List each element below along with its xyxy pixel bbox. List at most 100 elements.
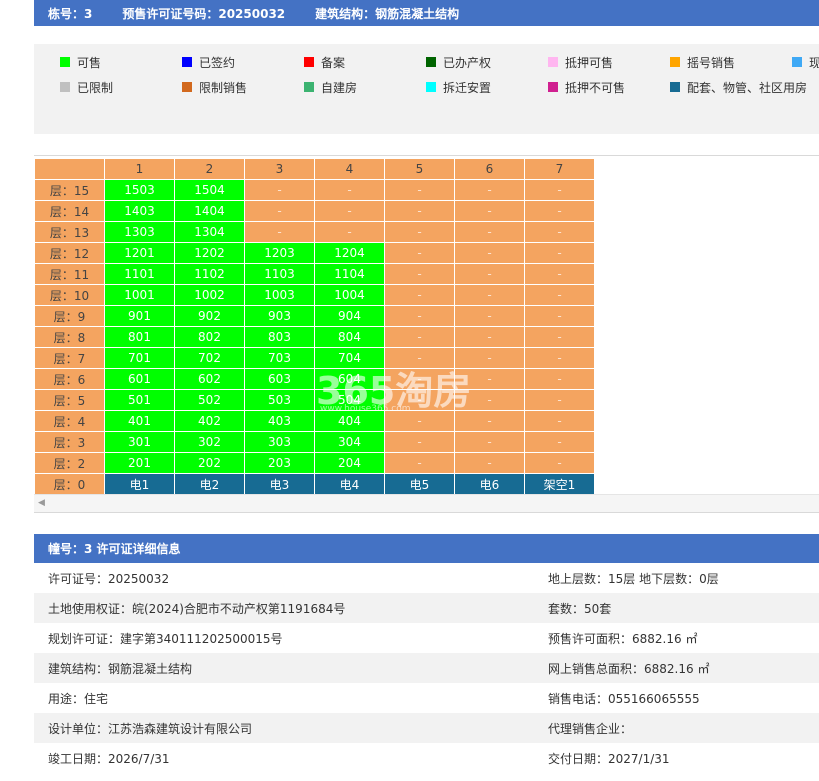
grid-column-header: 6: [454, 158, 525, 180]
unit-cell-available[interactable]: 1504: [174, 179, 245, 201]
empty-unit-cell: -: [524, 200, 595, 222]
floor-row: 层：15 1503 1504- - - - -: [34, 179, 595, 201]
unit-cell-available[interactable]: 403: [244, 410, 315, 432]
unit-cell-available[interactable]: 301: [104, 431, 175, 453]
floor-row: 层：14 1403 1404- - - - -: [34, 200, 595, 222]
unit-cell-available[interactable]: 903: [244, 305, 315, 327]
floor-label: 层：12: [34, 242, 105, 264]
unit-cell-supporting-facility[interactable]: 电5: [384, 473, 455, 495]
unit-cell-available[interactable]: 1403: [104, 200, 175, 222]
unit-cell-available[interactable]: 1503: [104, 179, 175, 201]
unit-cell-available[interactable]: 1201: [104, 242, 175, 264]
unit-cell-available[interactable]: 902: [174, 305, 245, 327]
grid-column-header: 2: [174, 158, 245, 180]
empty-unit-cell: -: [384, 221, 455, 243]
status-legend: 可售 已签约 备案 已办产权 抵押可售 摇号销售 现 已限制 限制销售 自建房 …: [34, 44, 819, 134]
unit-cell-available[interactable]: 1202: [174, 242, 245, 264]
detail-left-value: 设计单位：江苏浩森建筑设计有限公司: [48, 721, 253, 736]
legend-swatch: [182, 82, 192, 92]
detail-right-value: 地上层数：15层 地下层数：0层: [548, 571, 719, 586]
unit-cell-available[interactable]: 602: [174, 368, 245, 390]
unit-cell-available[interactable]: 1203: [244, 242, 315, 264]
unit-cell-available[interactable]: 901: [104, 305, 175, 327]
detail-right-value: 预售许可面积：6882.16 ㎡: [548, 631, 698, 646]
unit-cell-available[interactable]: 201: [104, 452, 175, 474]
unit-cell-available[interactable]: 1303: [104, 221, 175, 243]
legend-item-lottery-sale: 摇号销售: [670, 53, 735, 71]
unit-cell-available[interactable]: 703: [244, 347, 315, 369]
floor-row: 层：8 801 802 803 804- - -: [34, 326, 595, 348]
unit-cell-available[interactable]: 803: [244, 326, 315, 348]
unit-cell-supporting-facility[interactable]: 电6: [454, 473, 525, 495]
floor-row: 层：2 201 202 203 204- - -: [34, 452, 595, 474]
unit-cell-available[interactable]: 203: [244, 452, 315, 474]
legend-swatch: [182, 57, 192, 67]
unit-cell-available[interactable]: 1002: [174, 284, 245, 306]
unit-cell-available[interactable]: 604: [314, 368, 385, 390]
unit-cell-available[interactable]: 1001: [104, 284, 175, 306]
unit-cell-available[interactable]: 603: [244, 368, 315, 390]
unit-cell-supporting-facility[interactable]: 架空1: [524, 473, 595, 495]
unit-cell-available[interactable]: 1404: [174, 200, 245, 222]
legend-swatch: [670, 82, 680, 92]
empty-unit-cell: -: [454, 179, 525, 201]
floor-row: 层：7 701 702 703 704- - -: [34, 347, 595, 369]
unit-cell-available[interactable]: 801: [104, 326, 175, 348]
unit-cell-available[interactable]: 802: [174, 326, 245, 348]
unit-cell-supporting-facility[interactable]: 电1: [104, 473, 175, 495]
unit-cell-available[interactable]: 501: [104, 389, 175, 411]
legend-swatch: [60, 57, 70, 67]
unit-cell-available[interactable]: 503: [244, 389, 315, 411]
unit-cell-available[interactable]: 904: [314, 305, 385, 327]
scroll-left-icon[interactable]: ◀: [38, 498, 45, 508]
empty-unit-cell: -: [454, 452, 525, 474]
legend-item-current: 现: [792, 53, 819, 71]
unit-cell-available[interactable]: 1101: [104, 263, 175, 285]
unit-cell-available[interactable]: 502: [174, 389, 245, 411]
floor-label: 层：8: [34, 326, 105, 348]
unit-cell-available[interactable]: 304: [314, 431, 385, 453]
grid-corner-cell: [34, 158, 105, 180]
unit-cell-available[interactable]: 1003: [244, 284, 315, 306]
unit-cell-available[interactable]: 302: [174, 431, 245, 453]
empty-unit-cell: -: [384, 242, 455, 264]
unit-cell-available[interactable]: 1104: [314, 263, 385, 285]
unit-cell-available[interactable]: 1103: [244, 263, 315, 285]
unit-cell-available[interactable]: 1304: [174, 221, 245, 243]
unit-cell-available[interactable]: 704: [314, 347, 385, 369]
legend-item-restricted: 已限制: [60, 78, 113, 96]
detail-left-value: 竣工日期：2026/7/31: [48, 751, 170, 766]
unit-cell-available[interactable]: 303: [244, 431, 315, 453]
permit-detail-row: 竣工日期：2026/7/31 交付日期：2027/1/31: [34, 743, 819, 773]
unit-cell-available[interactable]: 404: [314, 410, 385, 432]
empty-unit-cell: -: [524, 389, 595, 411]
empty-unit-cell: -: [454, 242, 525, 264]
unit-cell-available[interactable]: 1004: [314, 284, 385, 306]
grid-column-header: 1: [104, 158, 175, 180]
unit-cell-available[interactable]: 702: [174, 347, 245, 369]
unit-cell-available[interactable]: 504: [314, 389, 385, 411]
permit-detail-row: 建筑结构：钢筋混凝土结构 网上销售总面积：6882.16 ㎡: [34, 653, 819, 683]
unit-cell-supporting-facility[interactable]: 电4: [314, 473, 385, 495]
empty-unit-cell: -: [454, 431, 525, 453]
unit-cell-available[interactable]: 202: [174, 452, 245, 474]
unit-cell-available[interactable]: 601: [104, 368, 175, 390]
unit-cell-available[interactable]: 402: [174, 410, 245, 432]
legend-item-restricted-sale: 限制销售: [182, 78, 247, 96]
legend-item-filed: 备案: [304, 53, 345, 71]
unit-cell-supporting-facility[interactable]: 电2: [174, 473, 245, 495]
unit-cell-available[interactable]: 804: [314, 326, 385, 348]
empty-unit-cell: -: [454, 200, 525, 222]
grid-column-header: 3: [244, 158, 315, 180]
legend-item-available: 可售: [60, 53, 101, 71]
unit-cell-supporting-facility[interactable]: 电3: [244, 473, 315, 495]
unit-cell-available[interactable]: 401: [104, 410, 175, 432]
unit-cell-available[interactable]: 1102: [174, 263, 245, 285]
grid-column-header: 4: [314, 158, 385, 180]
unit-cell-available[interactable]: 204: [314, 452, 385, 474]
empty-unit-cell: -: [314, 179, 385, 201]
horizontal-scrollbar[interactable]: ◀: [34, 494, 819, 512]
unit-cell-available[interactable]: 1204: [314, 242, 385, 264]
unit-cell-available[interactable]: 701: [104, 347, 175, 369]
floor-label: 层：0: [34, 473, 105, 495]
